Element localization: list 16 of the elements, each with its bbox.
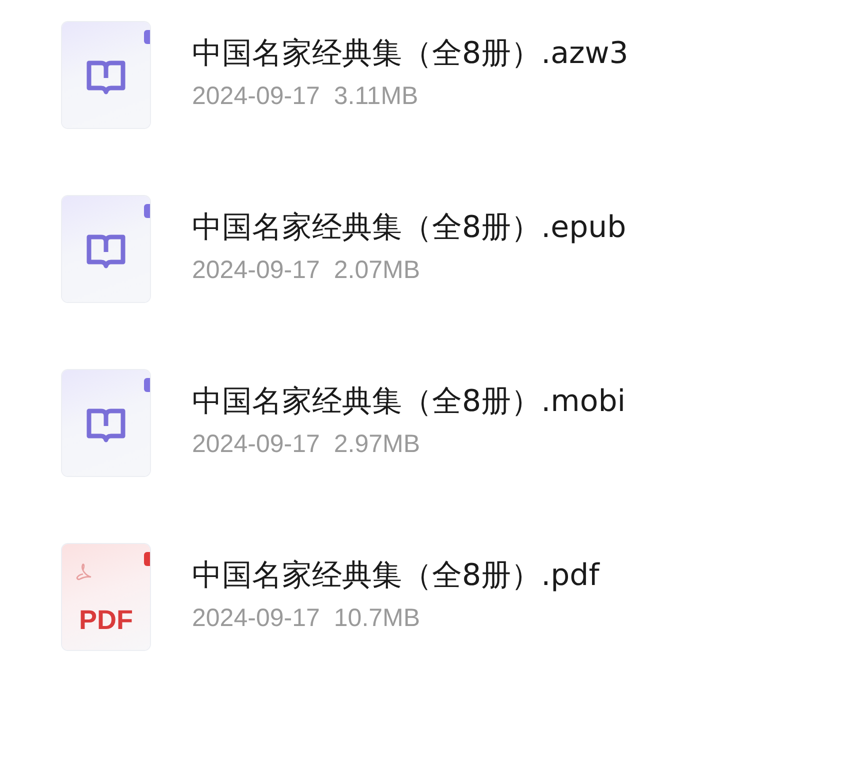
file-name: 中国名家经典集（全8册）.mobi	[192, 383, 626, 421]
file-size: 2.97MB	[334, 430, 420, 459]
file-name: 中国名家经典集（全8册）.pdf	[192, 557, 600, 595]
file-size: 3.11MB	[334, 82, 418, 111]
file-size: 2.07MB	[334, 256, 420, 285]
file-date: 2024-09-17	[192, 82, 320, 111]
book-file-icon	[62, 196, 150, 302]
pdf-file-icon: PDF	[62, 544, 150, 650]
book-file-icon	[62, 370, 150, 476]
file-date: 2024-09-17	[192, 430, 320, 459]
file-size: 10.7MB	[334, 604, 420, 633]
book-file-icon	[62, 22, 150, 128]
file-name: 中国名家经典集（全8册）.epub	[192, 209, 626, 247]
file-date: 2024-09-17	[192, 256, 320, 285]
file-name: 中国名家经典集（全8册）.azw3	[192, 35, 628, 73]
file-date: 2024-09-17	[192, 604, 320, 633]
